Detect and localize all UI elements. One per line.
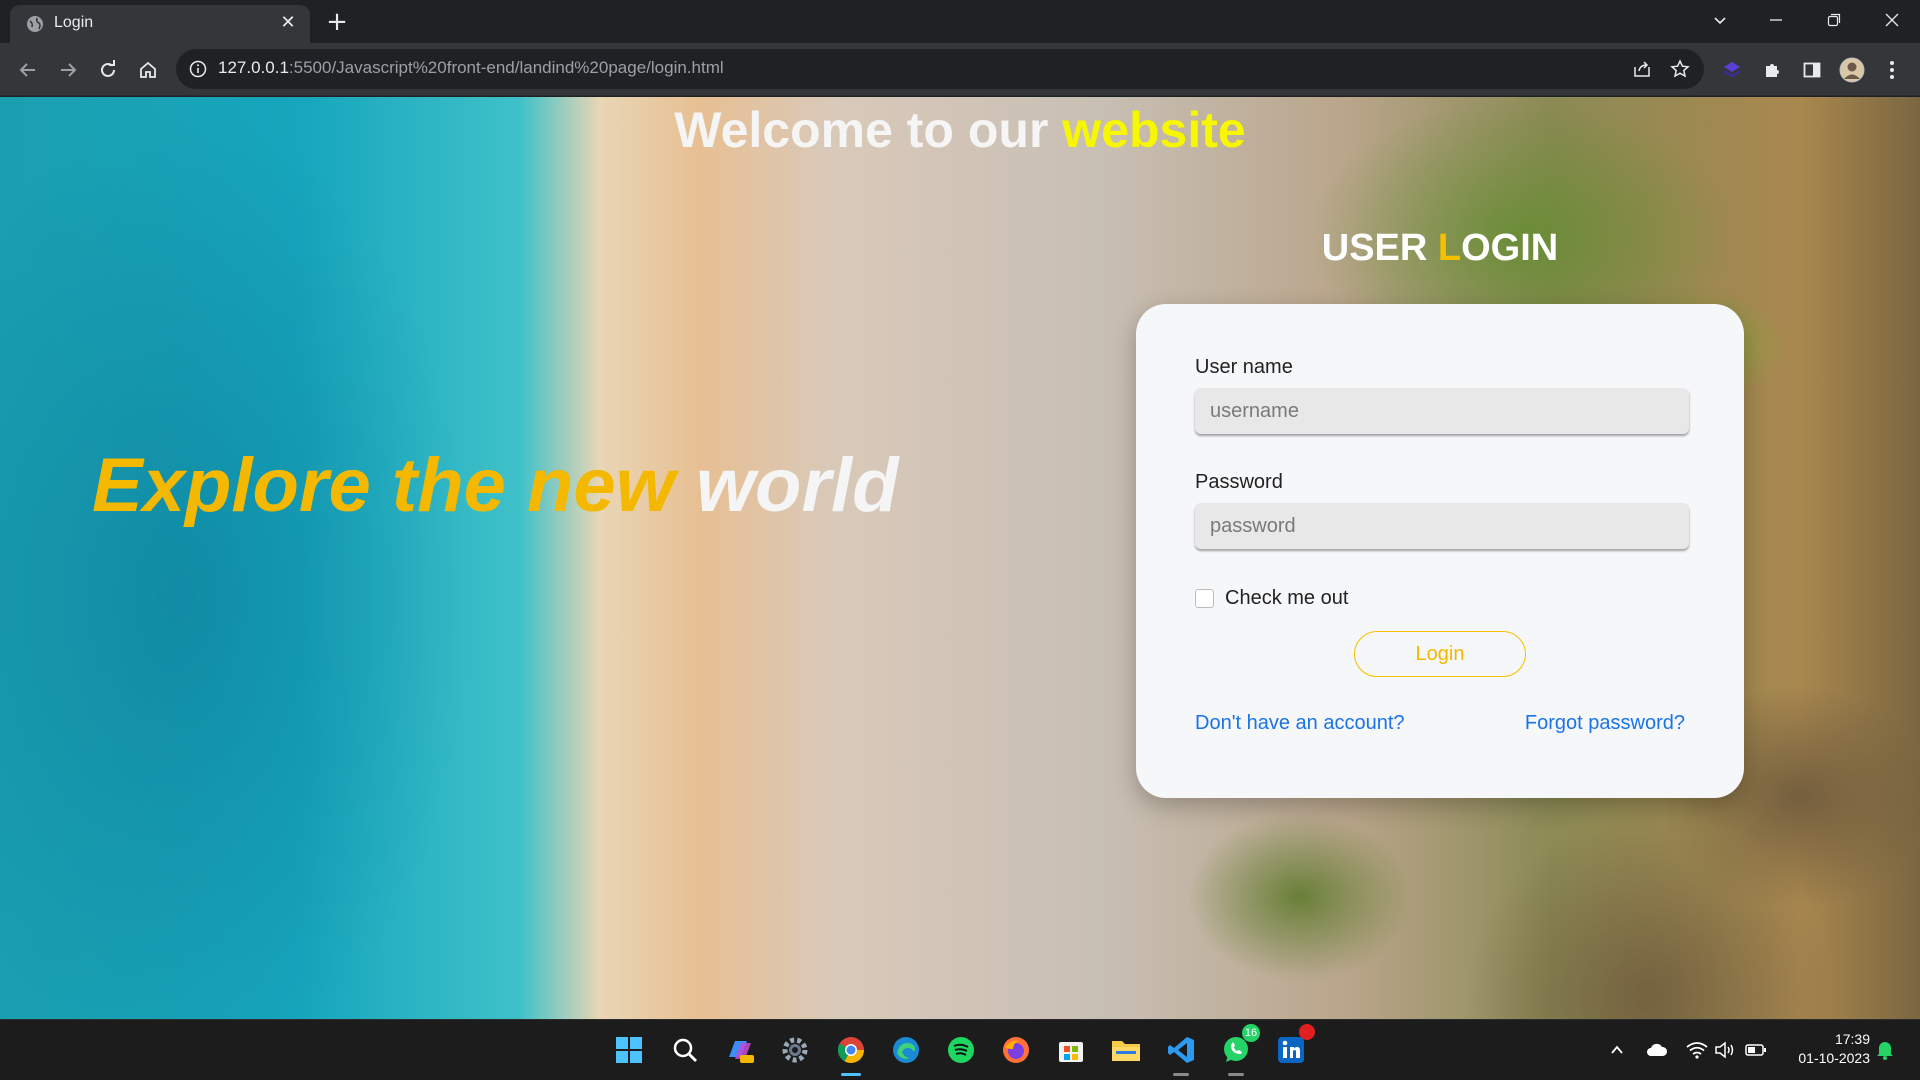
file-explorer-icon[interactable] (1108, 1032, 1144, 1068)
site-info-icon[interactable] (188, 59, 208, 79)
edge-icon[interactable] (888, 1032, 924, 1068)
battery-icon[interactable] (1744, 1038, 1768, 1062)
tab-title: Login (54, 14, 94, 31)
clock-time: 17:39 (1834, 1031, 1870, 1047)
extensions-puzzle-icon[interactable] (1756, 54, 1788, 86)
headline-accent: website (1062, 102, 1246, 158)
home-icon[interactable] (132, 54, 164, 86)
firefox-icon[interactable] (998, 1032, 1034, 1068)
bookmark-star-icon[interactable] (1670, 59, 1690, 79)
check-me-out-checkbox[interactable] (1195, 589, 1214, 608)
restore-icon[interactable] (1810, 0, 1858, 40)
login-heading: USER LOGIN (1136, 227, 1744, 270)
wifi-icon[interactable] (1685, 1038, 1709, 1062)
hero-tagline: Explore the new world (92, 442, 899, 529)
linkedin-notification-dot (1299, 1024, 1315, 1040)
login-card: User name Password Check me out Login Do… (1136, 304, 1744, 798)
url-text: 127.0.0.1:5500/Javascript%20front-end/la… (218, 58, 724, 78)
welcome-headline: Welcome to our website (0, 101, 1920, 159)
hero-white-text: world (695, 443, 899, 528)
microsoft-store-icon[interactable] (1053, 1032, 1089, 1068)
forward-icon[interactable] (52, 54, 84, 86)
extension-icon[interactable] (1716, 54, 1748, 86)
signup-link[interactable]: Don't have an account? (1195, 712, 1405, 735)
address-bar[interactable]: 127.0.0.1:5500/Javascript%20front-end/la… (176, 49, 1704, 89)
close-tab-icon[interactable]: ✕ (276, 11, 300, 35)
username-label: User name (1195, 356, 1293, 378)
browser-toolbar: 127.0.0.1:5500/Javascript%20front-end/la… (0, 43, 1920, 96)
tab-search-icon[interactable] (1696, 0, 1744, 40)
browser-tab[interactable]: Login ✕ (10, 5, 310, 43)
login-heading-accent: L (1437, 227, 1462, 269)
login-page: Welcome to our website Explore the new w… (0, 97, 1920, 1019)
menu-kebab-icon[interactable] (1876, 54, 1908, 86)
close-window-icon[interactable] (1868, 0, 1916, 40)
password-label: Password (1195, 471, 1283, 493)
login-heading-suffix: OGIN (1461, 227, 1559, 269)
globe-icon (27, 16, 43, 32)
whatsapp-open-indicator (1228, 1073, 1244, 1076)
password-input[interactable] (1195, 503, 1689, 549)
login-button[interactable]: Login (1354, 631, 1526, 677)
vscode-open-indicator (1173, 1073, 1189, 1076)
new-tab-icon[interactable]: + (322, 8, 352, 38)
chrome-icon[interactable] (833, 1032, 869, 1076)
linkedin-icon[interactable] (1273, 1024, 1315, 1068)
back-icon[interactable] (12, 54, 44, 86)
windows-start-icon[interactable] (611, 1032, 647, 1068)
minimize-icon[interactable] (1752, 0, 1800, 40)
whatsapp-unread-badge: 16 (1242, 1024, 1260, 1042)
check-me-out-label[interactable]: Check me out (1225, 587, 1348, 610)
profile-avatar[interactable] (1836, 54, 1868, 86)
share-icon[interactable] (1632, 59, 1652, 79)
copilot-icon[interactable] (722, 1032, 758, 1068)
reload-icon[interactable] (92, 54, 124, 86)
hero-gold-text: Explore the new (92, 443, 696, 528)
headline-prefix: Welcome to our (674, 102, 1063, 158)
browser-tabstrip: Login ✕ + (0, 0, 1920, 43)
system-clock[interactable]: 17:39 01-10-2023 (1780, 1030, 1870, 1068)
notification-bell-icon[interactable] (1873, 1038, 1897, 1062)
url-host: 127.0.0.1 (218, 58, 289, 77)
check-row: Check me out (1195, 587, 1348, 610)
forgot-password-link[interactable]: Forgot password? (1525, 712, 1685, 735)
chrome-active-indicator (841, 1073, 861, 1076)
volume-icon[interactable] (1713, 1038, 1737, 1062)
onedrive-cloud-icon[interactable] (1645, 1038, 1669, 1062)
side-panel-icon[interactable] (1796, 54, 1828, 86)
show-hidden-icons-chevron-icon[interactable] (1605, 1038, 1629, 1062)
spotify-icon[interactable] (943, 1032, 979, 1068)
search-icon[interactable] (667, 1032, 703, 1068)
username-input[interactable] (1195, 388, 1689, 434)
login-heading-prefix: USER (1321, 227, 1438, 269)
settings-gear-icon[interactable] (777, 1032, 813, 1068)
url-path: :5500/Javascript%20front-end/landind%20p… (288, 58, 724, 77)
whatsapp-icon[interactable]: 16 (1218, 1024, 1260, 1076)
vscode-icon[interactable] (1163, 1032, 1199, 1076)
clock-date: 01-10-2023 (1798, 1050, 1870, 1066)
taskbar: 16 17:39 01-10-2023 (0, 1019, 1920, 1080)
